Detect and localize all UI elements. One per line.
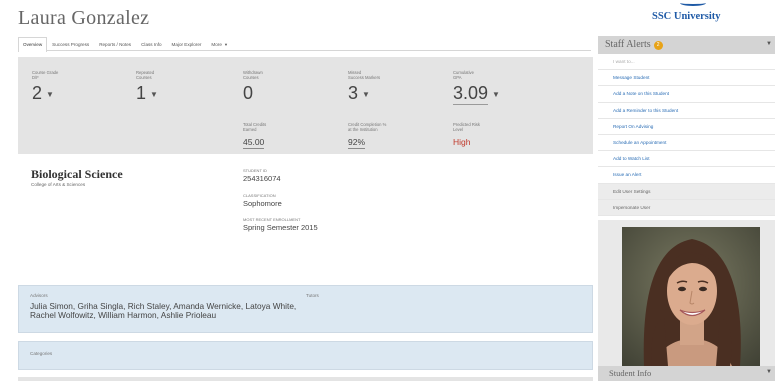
action-edit-user-settings[interactable]: Edit User Settings — [598, 183, 775, 200]
staff-alerts-panel: Staff Alerts 2 ▼ I want to... Message Stu… — [598, 36, 775, 216]
student-id-label: STUDENT ID — [243, 168, 267, 173]
university-logo[interactable]: SSC University — [652, 11, 721, 22]
action-add-note[interactable]: Add a Note on this Student — [598, 86, 775, 103]
staff-alerts-title: Staff Alerts 2 — [605, 39, 663, 50]
enrollment-label: MOST RECENT ENROLLMENT — [243, 217, 301, 222]
caret-down-icon: ▼ — [150, 89, 158, 99]
stat-total-credits: Total Credits Earned 45.00 — [243, 122, 266, 150]
stat-value: 1 — [136, 83, 147, 103]
university-logo-arc — [680, 0, 706, 6]
stat-label: at the Institution — [348, 127, 378, 132]
categories-label: Categories — [30, 351, 53, 356]
stat-value: 0 — [243, 83, 254, 103]
action-impersonate-user[interactable]: Impersonate User — [598, 199, 775, 216]
stat-withdrawn-courses: Withdrawn Courses 0 — [243, 70, 263, 104]
major-title: Biological Science — [31, 167, 123, 181]
stat-label: Success Markers — [348, 75, 381, 80]
risk-level-value: High — [453, 137, 471, 147]
classification-label: CLASSIFICATION — [243, 193, 276, 198]
categories-panel: Categories — [18, 341, 593, 370]
college-name: College of Arts & Sciences — [31, 182, 86, 187]
enrollment-value: Spring Semester 2015 — [243, 223, 318, 232]
stat-course-grade: Course Grade D/F 2 ▼ — [32, 70, 58, 104]
tab-major-explorer[interactable]: Major Explorer — [167, 37, 207, 51]
tab-class-info[interactable]: Class Info — [136, 37, 166, 51]
caret-down-icon: ▼ — [362, 89, 370, 99]
stat-missed-success-markers: Missed Success Markers 3 ▼ — [348, 70, 380, 104]
alert-count-badge: 2 — [653, 41, 663, 50]
stat-predicted-risk: Predicted Risk Level High — [453, 122, 480, 150]
student-id-value: 254316074 — [243, 174, 281, 183]
action-add-to-watch-list[interactable]: Add to Watch List — [598, 151, 775, 168]
student-info-title: Student Info — [609, 368, 652, 378]
tab-success-progress[interactable]: Success Progress — [47, 37, 94, 51]
advisors-panel: Advisors Tutors Julia Simon, Griha Singl… — [18, 285, 593, 333]
action-report-on-advising[interactable]: Report On Advising — [598, 118, 775, 135]
tab-more[interactable]: More ▼ — [206, 37, 233, 51]
action-schedule-appointment[interactable]: Schedule an Appointment — [598, 134, 775, 152]
student-id-block: STUDENT ID 254316074 — [243, 168, 281, 183]
classification-block: CLASSIFICATION Sophomore — [243, 193, 282, 208]
chevron-down-icon[interactable]: ▼ — [766, 41, 772, 47]
stat-label: GPA — [453, 75, 462, 80]
stat-label: Level — [453, 127, 464, 132]
stat-value: 2 — [32, 83, 43, 103]
action-search-input[interactable]: I want to... — [598, 54, 775, 71]
tab-reports-notes[interactable]: Reports / Notes — [94, 37, 136, 51]
student-info-header[interactable]: Student Info ▼ — [598, 366, 775, 381]
stat-value: 3 — [348, 83, 359, 103]
stat-value: 3.09 — [453, 83, 489, 105]
photo-frame — [598, 220, 775, 366]
stats-panel: Course Grade D/F 2 ▼ Repeated Courses 1 ▼ … — [18, 57, 593, 154]
credit-completion-link[interactable]: 92% — [348, 137, 366, 149]
action-issue-alert[interactable]: Issue an Alert — [598, 167, 775, 184]
stat-cumulative-gpa: Cumulative GPA 3.09 ▼ — [453, 70, 500, 105]
classification-value: Sophomore — [243, 199, 282, 208]
stat-repeated-courses: Repeated Courses 1 ▼ — [136, 70, 158, 104]
profile-tabs: Overview Success Progress Reports / Note… — [18, 37, 591, 52]
missed-markers-dropdown[interactable]: 3 ▼ — [348, 83, 380, 104]
advisors-list: Julia Simon, Griha Singla, Rich Staley, … — [30, 301, 297, 320]
gpa-dropdown[interactable]: 3.09 ▼ — [453, 83, 500, 105]
student-photo — [622, 227, 760, 366]
caret-down-icon: ▼ — [46, 89, 54, 99]
student-portrait — [622, 227, 760, 366]
next-panel-edge — [18, 377, 593, 381]
stat-credit-completion: Credit Completion % at the Institution 9… — [348, 122, 386, 150]
action-add-reminder[interactable]: Add a Reminder to this Student — [598, 102, 775, 119]
total-credits-link[interactable]: 45.00 — [243, 137, 265, 149]
tab-overview[interactable]: Overview — [18, 37, 48, 52]
stat-label: Courses — [243, 75, 259, 80]
stat-label: Earned — [243, 127, 257, 132]
tutors-label: Tutors — [306, 293, 319, 298]
chevron-down-icon[interactable]: ▼ — [766, 369, 772, 375]
course-grade-dropdown[interactable]: 2 ▼ — [32, 83, 58, 104]
student-name: Laura Gonzalez — [18, 7, 150, 29]
stat-label: D/F — [32, 75, 39, 80]
advisors-label: Advisors — [30, 293, 48, 298]
action-message-student[interactable]: Message Student — [598, 70, 775, 87]
stat-label: Courses — [136, 75, 152, 80]
tab-more-label: More — [211, 42, 222, 47]
repeated-courses-dropdown[interactable]: 1 ▼ — [136, 83, 158, 104]
staff-alerts-title-text: Staff Alerts — [605, 39, 651, 50]
caret-down-icon: ▼ — [492, 89, 500, 99]
staff-alerts-header[interactable]: Staff Alerts 2 ▼ — [598, 36, 775, 54]
caret-down-icon: ▼ — [222, 42, 228, 47]
enrollment-block: MOST RECENT ENROLLMENT Spring Semester 2… — [243, 217, 318, 232]
